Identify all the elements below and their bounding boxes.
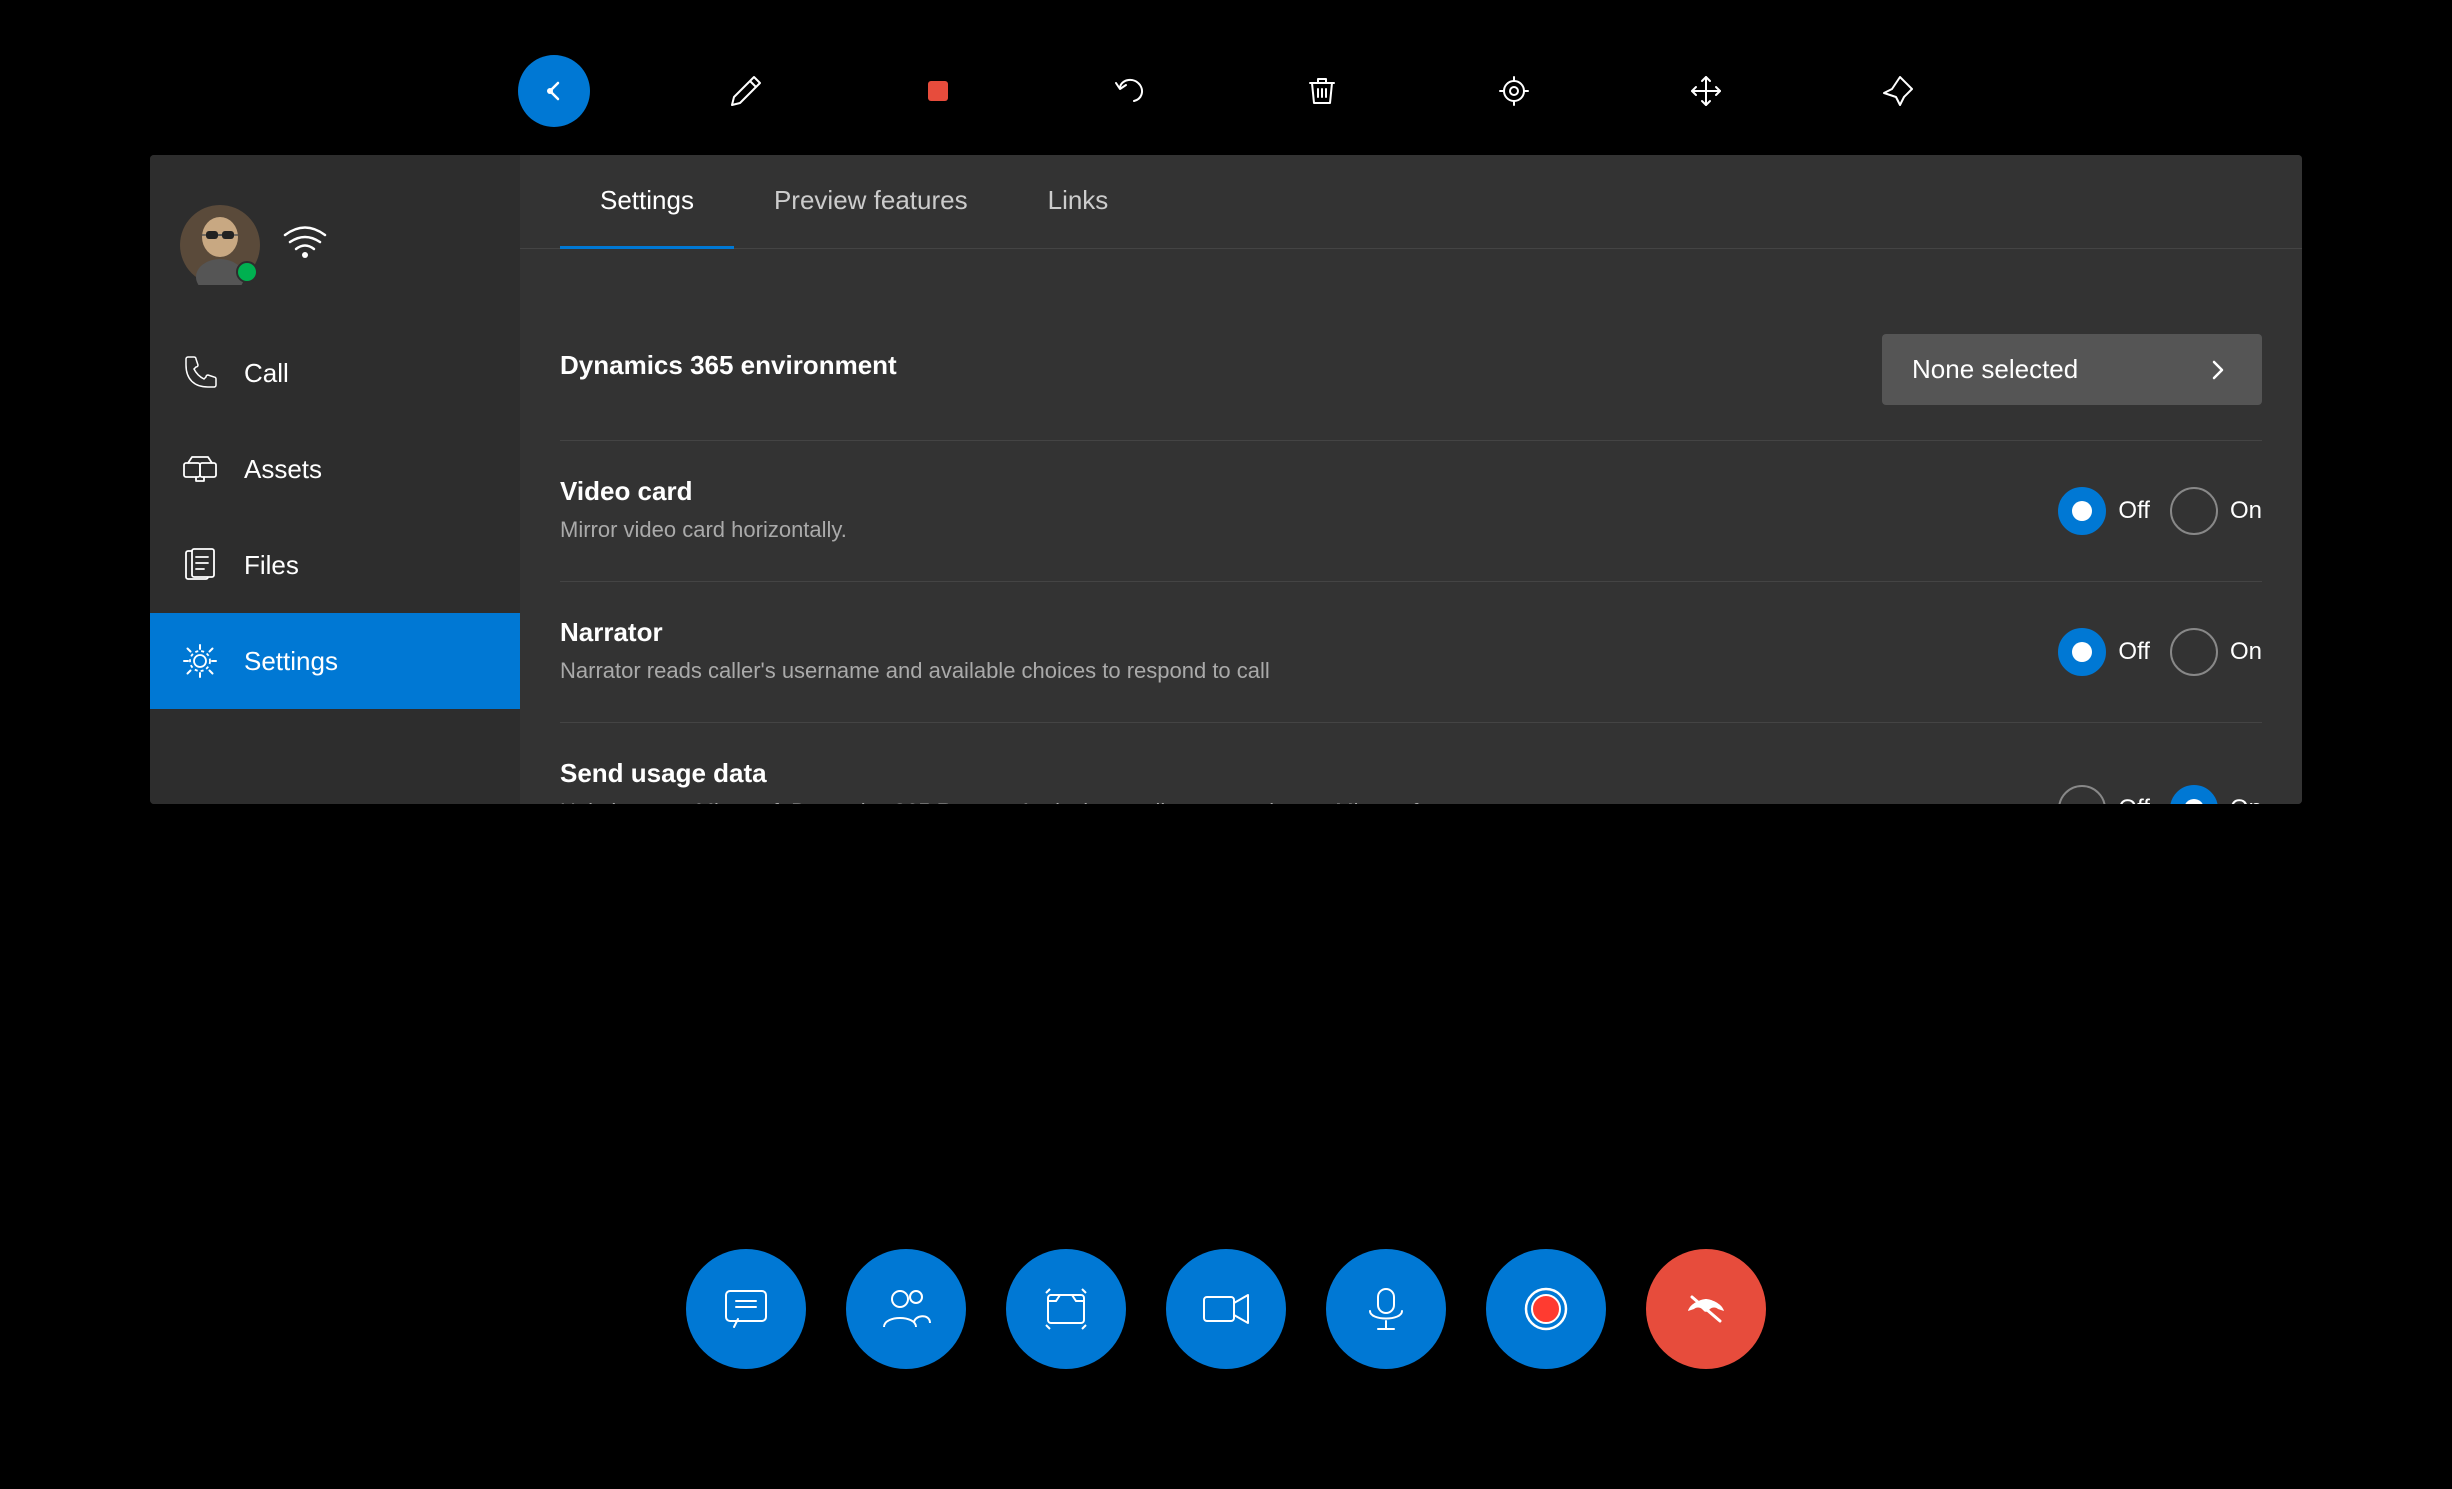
environment-value: None selected: [1912, 354, 2078, 385]
sidebar: Call Assets Files: [150, 155, 520, 804]
narrator-label: Narrator Narrator reads caller's usernam…: [560, 617, 2038, 687]
tab-links[interactable]: Links: [1008, 155, 1149, 249]
avatar: [180, 205, 260, 285]
back-button[interactable]: [518, 55, 590, 127]
send-usage-row: Send usage data Help improve Microsoft D…: [560, 723, 2262, 804]
narrator-on-label: On: [2230, 638, 2262, 666]
send-usage-on-label: On: [2230, 795, 2262, 804]
video-card-on-label: On: [2230, 497, 2262, 525]
user-section: [150, 185, 520, 325]
send-usage-on-circle: [2170, 785, 2218, 804]
stop-button[interactable]: [902, 55, 974, 127]
mic-button[interactable]: [1326, 1249, 1446, 1369]
sidebar-item-assets[interactable]: Assets: [150, 421, 520, 517]
online-badge: [236, 261, 258, 283]
record-button[interactable]: [1486, 1249, 1606, 1369]
nav-items: Call Assets Files: [150, 325, 520, 804]
video-card-off[interactable]: Off: [2058, 487, 2150, 535]
top-toolbar: [0, 55, 2452, 127]
sidebar-item-call[interactable]: Call: [150, 325, 520, 421]
undo-button[interactable]: [1094, 55, 1166, 127]
phone-icon: [180, 353, 220, 393]
chat-button[interactable]: [686, 1249, 806, 1369]
video-card-on[interactable]: On: [2170, 487, 2262, 535]
settings-icon: [180, 641, 220, 681]
environment-dropdown[interactable]: None selected: [1882, 334, 2262, 405]
narrator-row: Narrator Narrator reads caller's usernam…: [560, 582, 2262, 723]
send-usage-off-circle: [2058, 785, 2106, 804]
narrator-title: Narrator: [560, 617, 2038, 648]
narrator-off[interactable]: Off: [2058, 628, 2150, 676]
video-card-label: Video card Mirror video card horizontall…: [560, 476, 2038, 546]
narrator-radio-group: Off On: [2058, 628, 2262, 676]
narrator-off-circle: [2058, 628, 2106, 676]
app-window: Call Assets Files: [150, 155, 2302, 804]
sidebar-item-files[interactable]: Files: [150, 517, 520, 613]
wifi-icon: [280, 220, 330, 270]
send-usage-title: Send usage data: [560, 758, 2038, 789]
assets-icon: [180, 449, 220, 489]
target-button[interactable]: [1478, 55, 1550, 127]
video-card-row: Video card Mirror video card horizontall…: [560, 441, 2262, 582]
sidebar-item-settings[interactable]: Settings: [150, 613, 520, 709]
send-usage-off-label: Off: [2118, 795, 2150, 804]
tab-settings[interactable]: Settings: [560, 155, 734, 249]
bottom-toolbar: [0, 1249, 2452, 1369]
environment-label-section: Dynamics 365 environment: [560, 350, 1862, 389]
environment-row: Dynamics 365 environment None selected: [560, 299, 2262, 441]
main-content: Settings Preview features Links Dynamics…: [520, 155, 2302, 804]
narrator-desc: Narrator reads caller's username and ava…: [560, 656, 2038, 687]
files-icon: [180, 545, 220, 585]
move-button[interactable]: [1670, 55, 1742, 127]
chevron-right-icon: [2204, 356, 2232, 384]
narrator-on[interactable]: On: [2170, 628, 2262, 676]
call-label: Call: [244, 358, 289, 389]
send-usage-off[interactable]: Off: [2058, 785, 2150, 804]
assets-label: Assets: [244, 454, 322, 485]
send-usage-on[interactable]: On: [2170, 785, 2262, 804]
environment-title: Dynamics 365 environment: [560, 350, 1862, 381]
send-usage-radio-group: Off On: [2058, 785, 2262, 804]
video-card-off-circle: [2058, 487, 2106, 535]
send-usage-desc: Help improve Microsoft Dynamics 365 Remo…: [560, 797, 2038, 804]
settings-label: Settings: [244, 646, 338, 677]
screenshot-button[interactable]: [1006, 1249, 1126, 1369]
video-card-desc: Mirror video card horizontally.: [560, 515, 2038, 546]
pen-button[interactable]: [710, 55, 782, 127]
trash-button[interactable]: [1286, 55, 1358, 127]
video-card-title: Video card: [560, 476, 2038, 507]
narrator-off-label: Off: [2118, 638, 2150, 666]
video-card-radio-group: Off On: [2058, 487, 2262, 535]
settings-body: Dynamics 365 environment None selected V…: [520, 249, 2302, 804]
send-usage-label: Send usage data Help improve Microsoft D…: [560, 758, 2038, 804]
end-call-button[interactable]: [1646, 1249, 1766, 1369]
participants-button[interactable]: [846, 1249, 966, 1369]
video-card-off-label: Off: [2118, 497, 2150, 525]
tab-preview[interactable]: Preview features: [734, 155, 1008, 249]
pin-button[interactable]: [1862, 55, 1934, 127]
narrator-on-circle: [2170, 628, 2218, 676]
files-label: Files: [244, 550, 299, 581]
video-card-on-circle: [2170, 487, 2218, 535]
video-button[interactable]: [1166, 1249, 1286, 1369]
tab-bar: Settings Preview features Links: [520, 155, 2302, 249]
